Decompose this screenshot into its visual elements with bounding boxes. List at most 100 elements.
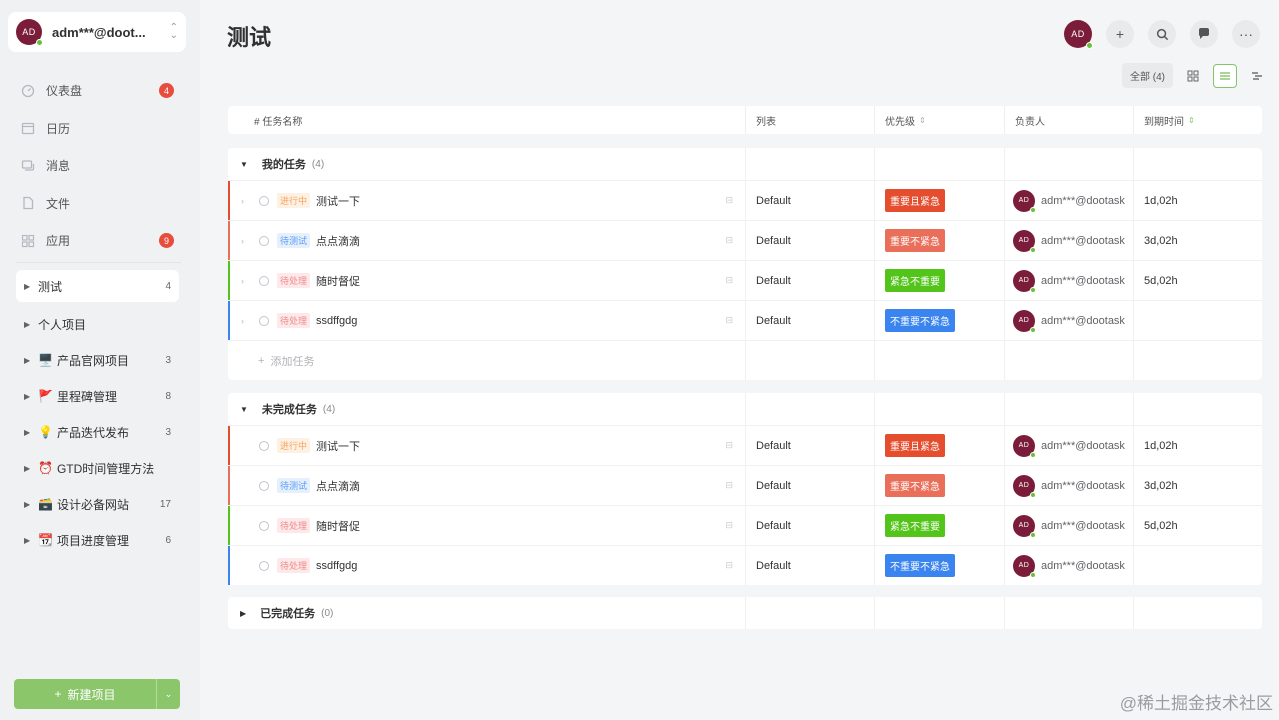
- task-name[interactable]: 点点滴滴: [316, 233, 725, 249]
- task-name[interactable]: 随时督促: [316, 273, 725, 289]
- caret-down-icon[interactable]: ▼: [240, 160, 248, 169]
- add-icon[interactable]: +: [1106, 20, 1134, 48]
- add-task-row[interactable]: + 添加任务: [228, 340, 1262, 380]
- caret-right-icon[interactable]: ▶: [24, 356, 30, 365]
- task-owner[interactable]: AD adm***@dootask: [1013, 434, 1125, 458]
- task-owner[interactable]: AD adm***@dootask: [1013, 229, 1125, 253]
- project-emoji: 🚩: [38, 389, 53, 403]
- task-owner[interactable]: AD adm***@dootask: [1013, 474, 1125, 498]
- task-owner[interactable]: AD adm***@dootask: [1013, 189, 1125, 213]
- sort-icon[interactable]: ⇕: [919, 116, 926, 125]
- list-view-icon[interactable]: [1213, 63, 1237, 88]
- task-checkbox[interactable]: [259, 480, 269, 491]
- expand-icon[interactable]: ›: [241, 236, 253, 246]
- chat-icon[interactable]: [1190, 20, 1218, 48]
- caret-right-icon[interactable]: ▶: [24, 392, 30, 401]
- more-icon[interactable]: ···: [1232, 20, 1260, 48]
- priority-tag[interactable]: 不重要不紧急: [885, 554, 955, 577]
- task-checkbox[interactable]: [259, 560, 269, 571]
- subtask-icon[interactable]: ⊟: [725, 275, 733, 286]
- task-checkbox[interactable]: [259, 235, 269, 246]
- caret-right-icon[interactable]: ▶: [240, 609, 246, 618]
- caret-right-icon[interactable]: ▶: [24, 282, 30, 291]
- nav-item-label: 应用: [46, 234, 71, 249]
- task-name[interactable]: ssdffgdg: [316, 560, 725, 572]
- filter-all-button[interactable]: 全部 (4): [1122, 63, 1173, 88]
- caret-right-icon[interactable]: ▶: [24, 500, 30, 509]
- priority-tag[interactable]: 重要不紧急: [885, 474, 945, 497]
- task-checkbox[interactable]: [259, 275, 269, 286]
- expand-icon[interactable]: ›: [241, 276, 253, 286]
- task-owner[interactable]: AD adm***@dootask: [1013, 554, 1125, 578]
- subtask-icon[interactable]: ⊟: [725, 440, 733, 451]
- caret-right-icon[interactable]: ▶: [24, 320, 30, 329]
- nav-item-file[interactable]: 文件: [12, 185, 182, 223]
- task-name[interactable]: 测试一下: [316, 438, 725, 454]
- task-owner[interactable]: AD adm***@dootask: [1013, 514, 1125, 538]
- task-checkbox[interactable]: [259, 315, 269, 326]
- task-owner[interactable]: AD adm***@dootask: [1013, 309, 1125, 333]
- project-item[interactable]: ▶ 测试 4: [16, 270, 179, 302]
- task-checkbox[interactable]: [259, 520, 269, 531]
- task-row[interactable]: ›待处理ssdffgdg⊟Default不重要不紧急ADadm***@doota…: [228, 545, 1262, 585]
- nav-item-message[interactable]: 消息: [12, 147, 182, 185]
- task-row[interactable]: ›进行中测试一下⊟Default重要且紧急ADadm***@dootask1d,…: [228, 425, 1262, 465]
- project-item[interactable]: ▶ 💡 产品迭代发布 3: [16, 414, 179, 450]
- sort-active-icon[interactable]: ⇕: [1188, 116, 1195, 125]
- group-header[interactable]: ▶ 已完成任务 (0): [228, 597, 1262, 629]
- project-item[interactable]: ▶ 🗃️ 设计必备网站 17: [16, 486, 179, 522]
- task-checkbox[interactable]: [259, 440, 269, 451]
- project-item[interactable]: ▶ 个人项目: [16, 306, 179, 342]
- task-owner[interactable]: AD adm***@dootask: [1013, 269, 1125, 293]
- task-row[interactable]: ›待处理ssdffgdg⊟Default不重要不紧急ADadm***@doota…: [228, 300, 1262, 340]
- priority-bar: [228, 466, 230, 505]
- task-name[interactable]: 点点滴滴: [316, 478, 725, 494]
- subtask-icon[interactable]: ⊟: [725, 480, 733, 491]
- subtask-icon[interactable]: ⊟: [725, 520, 733, 531]
- column-due[interactable]: 到期时间 ⇕: [1133, 106, 1262, 134]
- task-row[interactable]: ›进行中测试一下⊟Default重要且紧急ADadm***@dootask1d,…: [228, 180, 1262, 220]
- caret-right-icon[interactable]: ▶: [24, 428, 30, 437]
- group-header[interactable]: ▼ 我的任务 (4): [228, 148, 1262, 180]
- priority-tag[interactable]: 重要且紧急: [885, 434, 945, 457]
- task-row[interactable]: ›待测试点点滴滴⊟Default重要不紧急ADadm***@dootask3d,…: [228, 220, 1262, 260]
- priority-tag[interactable]: 重要不紧急: [885, 229, 945, 252]
- project-item[interactable]: ▶ 🖥️ 产品官网项目 3: [16, 342, 179, 378]
- priority-tag[interactable]: 不重要不紧急: [885, 309, 955, 332]
- new-project-button[interactable]: + 新建项目 ⌄: [14, 679, 180, 709]
- caret-right-icon[interactable]: ▶: [24, 464, 30, 473]
- project-member-avatar[interactable]: AD: [1064, 20, 1093, 49]
- grid-view-icon[interactable]: [1181, 64, 1205, 88]
- priority-tag[interactable]: 紧急不重要: [885, 514, 945, 537]
- column-priority[interactable]: 优先级 ⇕: [874, 106, 1004, 134]
- expand-icon[interactable]: ›: [241, 196, 253, 206]
- group-header[interactable]: ▼ 未完成任务 (4): [228, 393, 1262, 425]
- task-row[interactable]: ›待处理随时督促⊟Default紧急不重要ADadm***@dootask5d,…: [228, 260, 1262, 300]
- task-row[interactable]: ›待测试点点滴滴⊟Default重要不紧急ADadm***@dootask3d,…: [228, 465, 1262, 505]
- user-switcher[interactable]: AD adm***@doot... ⌃ ⌄: [8, 12, 186, 52]
- task-name[interactable]: 随时督促: [316, 518, 725, 534]
- search-icon[interactable]: [1148, 20, 1176, 48]
- nav-item-apps[interactable]: 应用 9: [12, 222, 182, 260]
- project-item[interactable]: ▶ 📆 项目进度管理 6: [16, 522, 179, 558]
- priority-tag[interactable]: 重要且紧急: [885, 189, 945, 212]
- subtask-icon[interactable]: ⊟: [725, 560, 733, 571]
- nav-item-dashboard[interactable]: 仪表盘 4: [12, 72, 182, 110]
- project-item[interactable]: ▶ 🚩 里程碑管理 8: [16, 378, 179, 414]
- caret-down-icon[interactable]: ▼: [240, 405, 248, 414]
- nav-item-calendar[interactable]: 日历: [12, 110, 182, 148]
- task-row[interactable]: ›待处理随时督促⊟Default紧急不重要ADadm***@dootask5d,…: [228, 505, 1262, 545]
- owner-avatar: AD: [1013, 309, 1036, 333]
- priority-tag[interactable]: 紧急不重要: [885, 269, 945, 292]
- subtask-icon[interactable]: ⊟: [725, 195, 733, 206]
- new-project-dropdown-icon[interactable]: ⌄: [156, 679, 180, 709]
- task-checkbox[interactable]: [259, 195, 269, 206]
- gantt-view-icon[interactable]: [1245, 64, 1269, 88]
- expand-icon[interactable]: ›: [241, 316, 253, 326]
- task-name[interactable]: 测试一下: [316, 193, 725, 209]
- subtask-icon[interactable]: ⊟: [725, 315, 733, 326]
- project-item[interactable]: ▶ ⏰ GTD时间管理方法: [16, 450, 179, 486]
- subtask-icon[interactable]: ⊟: [725, 235, 733, 246]
- caret-right-icon[interactable]: ▶: [24, 536, 30, 545]
- task-name[interactable]: ssdffgdg: [316, 315, 725, 327]
